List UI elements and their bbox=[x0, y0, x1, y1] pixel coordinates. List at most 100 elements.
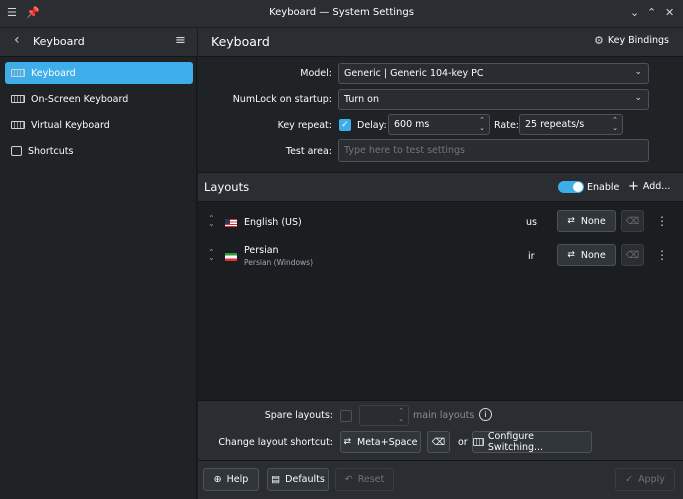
rate-label: Rate: bbox=[494, 120, 519, 131]
layout-shortcut-button[interactable]: ⇄ Meta+Space bbox=[340, 431, 421, 453]
enable-label: Enable bbox=[587, 182, 620, 193]
sidebar-item-label: Virtual Keyboard bbox=[31, 119, 110, 131]
numlock-select[interactable]: Turn on ⌄ bbox=[338, 89, 649, 110]
clear-shortcut-button[interactable]: ⌫ bbox=[621, 210, 644, 232]
reset-label: Reset bbox=[357, 474, 385, 485]
layouts-list: ⌃ ⌄ English (US) us ⇄ None ⌫ ⋮ ⌃ ⌄ Persian… bbox=[198, 202, 683, 400]
main-layouts-label: main layouts bbox=[413, 410, 475, 421]
shortcut-label: None bbox=[580, 249, 606, 261]
test-area-label: Test area: bbox=[285, 146, 332, 157]
reset-button[interactable]: ↶ Reset bbox=[335, 468, 394, 491]
layout-name: English (US) bbox=[244, 217, 302, 228]
defaults-label: Defaults bbox=[285, 474, 325, 485]
help-button[interactable]: ⊕ Help bbox=[203, 468, 259, 491]
shortcut-value: Meta+Space bbox=[357, 436, 418, 448]
drag-handle-icon[interactable]: ⌃ ⌄ bbox=[208, 215, 215, 228]
chevron-down-icon: ⌄ bbox=[634, 67, 642, 77]
switch-icon: ⇄ bbox=[567, 250, 575, 260]
rate-spinbox[interactable]: 25 repeats/s ⌃ ⌄ bbox=[519, 114, 623, 135]
minimize-icon[interactable]: ⌄ bbox=[630, 6, 639, 19]
shortcuts-icon bbox=[11, 146, 22, 156]
sidebar-item-keyboard[interactable]: Keyboard bbox=[5, 62, 193, 84]
keyboard-icon bbox=[11, 95, 25, 103]
key-repeat-checkbox[interactable]: ✓ bbox=[339, 119, 351, 131]
shortcut-label: None bbox=[580, 215, 606, 227]
list-item[interactable]: ⌃ ⌄ English (US) us ⇄ None ⌫ ⋮ bbox=[198, 205, 683, 239]
key-bindings-label: Key Bindings bbox=[607, 35, 669, 46]
clear-shortcut-button[interactable]: ⌫ bbox=[621, 244, 644, 266]
layout-code: us bbox=[526, 217, 537, 228]
spin-arrows-icon[interactable]: ⌃ ⌄ bbox=[612, 116, 618, 132]
configure-switching-label: Configure Switching... bbox=[487, 431, 544, 453]
document-icon: ▤ bbox=[271, 474, 281, 485]
backspace-icon: ⌫ bbox=[431, 436, 446, 448]
defaults-button[interactable]: ▤ Defaults bbox=[267, 468, 329, 491]
title-bar: ☰ 📌 Keyboard — System Settings ⌄ ⌃ ✕ bbox=[0, 0, 683, 28]
add-layout-button[interactable]: + Add... bbox=[628, 179, 670, 194]
test-area-input[interactable] bbox=[338, 139, 649, 162]
main-panel: Keyboard ⚙ Key Bindings Model: Generic |… bbox=[198, 28, 683, 499]
numlock-value: Turn on bbox=[344, 94, 379, 105]
model-label: Model: bbox=[300, 68, 332, 79]
help-label: Help bbox=[226, 474, 249, 485]
layout-shortcut-button[interactable]: ⇄ None bbox=[557, 210, 616, 232]
add-label: Add... bbox=[642, 181, 671, 192]
more-options-icon[interactable]: ⋮ bbox=[656, 248, 668, 262]
drag-handle-icon[interactable]: ⌃ ⌄ bbox=[208, 249, 215, 262]
layout-variant: Persian (Windows) bbox=[244, 258, 314, 267]
ir-flag-icon bbox=[225, 253, 237, 261]
main-header: Keyboard ⚙ Key Bindings bbox=[198, 28, 683, 57]
configure-switching-button[interactable]: Configure Switching... bbox=[472, 431, 592, 453]
apply-label: Apply bbox=[638, 474, 665, 485]
change-layout-shortcut-label: Change layout shortcut: bbox=[218, 437, 333, 448]
close-icon[interactable]: ✕ bbox=[665, 6, 674, 19]
keyboard-icon bbox=[473, 438, 484, 446]
list-item[interactable]: ⌃ ⌄ Persian Persian (Windows) ir ⇄ None ⌫… bbox=[198, 239, 683, 273]
us-flag-icon bbox=[225, 219, 237, 227]
model-select[interactable]: Generic | Generic 104-key PC ⌄ bbox=[338, 63, 649, 84]
enable-toggle[interactable] bbox=[558, 181, 584, 193]
spin-arrows-icon[interactable]: ⌃ ⌄ bbox=[479, 116, 485, 132]
clear-layout-shortcut-button[interactable]: ⌫ bbox=[427, 431, 450, 453]
model-value: Generic | Generic 104-key PC bbox=[344, 68, 484, 79]
switch-icon: ⇄ bbox=[343, 437, 352, 447]
delay-spinbox[interactable]: 600 ms ⌃ ⌄ bbox=[388, 114, 490, 135]
hamburger-menu-icon[interactable]: ≡ bbox=[175, 33, 186, 48]
page-title: Keyboard bbox=[211, 34, 270, 49]
layout-shortcut-button[interactable]: ⇄ None bbox=[557, 244, 616, 266]
sidebar-item-virtual-keyboard[interactable]: Virtual Keyboard bbox=[5, 114, 193, 136]
sidebar-item-label: Shortcuts bbox=[28, 145, 74, 157]
spare-layouts-spinbox[interactable]: ⌃ ⌄ bbox=[359, 405, 409, 426]
back-icon[interactable]: ‹ bbox=[14, 32, 20, 48]
layout-code: ir bbox=[528, 251, 535, 262]
footer-bar: ⊕ Help ▤ Defaults ↶ Reset ✓ Apply bbox=[198, 460, 683, 499]
bottom-options: Spare layouts: ⌃ ⌄ main layouts i Change … bbox=[198, 400, 683, 460]
maximize-icon[interactable]: ⌃ bbox=[647, 6, 656, 19]
sidebar-item-shortcuts[interactable]: Shortcuts bbox=[5, 140, 193, 162]
sidebar: ‹ Keyboard ≡ Keyboard On-Screen Keyboard… bbox=[0, 28, 197, 499]
sidebar-item-on-screen-keyboard[interactable]: On-Screen Keyboard bbox=[5, 88, 193, 110]
chevron-down-icon: ⌄ bbox=[634, 93, 642, 103]
apply-button[interactable]: ✓ Apply bbox=[615, 468, 675, 491]
spare-layouts-label: Spare layouts: bbox=[264, 410, 333, 421]
key-bindings-button[interactable]: ⚙ Key Bindings bbox=[594, 34, 669, 47]
delay-value: 600 ms bbox=[394, 119, 430, 130]
help-icon: ⊕ bbox=[213, 474, 222, 485]
undo-icon: ↶ bbox=[344, 474, 353, 485]
keyboard-icon bbox=[11, 121, 25, 129]
sidebar-item-label: On-Screen Keyboard bbox=[31, 93, 129, 105]
spare-layouts-checkbox[interactable] bbox=[340, 410, 352, 422]
plus-icon: + bbox=[628, 179, 639, 194]
spin-arrows-icon[interactable]: ⌃ ⌄ bbox=[398, 407, 404, 423]
key-repeat-label: Key repeat: bbox=[277, 120, 332, 131]
more-options-icon[interactable]: ⋮ bbox=[656, 214, 668, 228]
sidebar-header: ‹ Keyboard ≡ bbox=[0, 28, 197, 57]
sliders-icon: ⚙ bbox=[594, 34, 604, 47]
rate-value: 25 repeats/s bbox=[525, 119, 585, 130]
sidebar-title: Keyboard bbox=[33, 35, 85, 48]
keyboard-icon bbox=[11, 69, 25, 77]
info-icon[interactable]: i bbox=[479, 408, 492, 421]
or-label: or bbox=[458, 437, 468, 448]
layouts-title: Layouts bbox=[204, 180, 250, 194]
backspace-icon: ⌫ bbox=[625, 249, 640, 261]
